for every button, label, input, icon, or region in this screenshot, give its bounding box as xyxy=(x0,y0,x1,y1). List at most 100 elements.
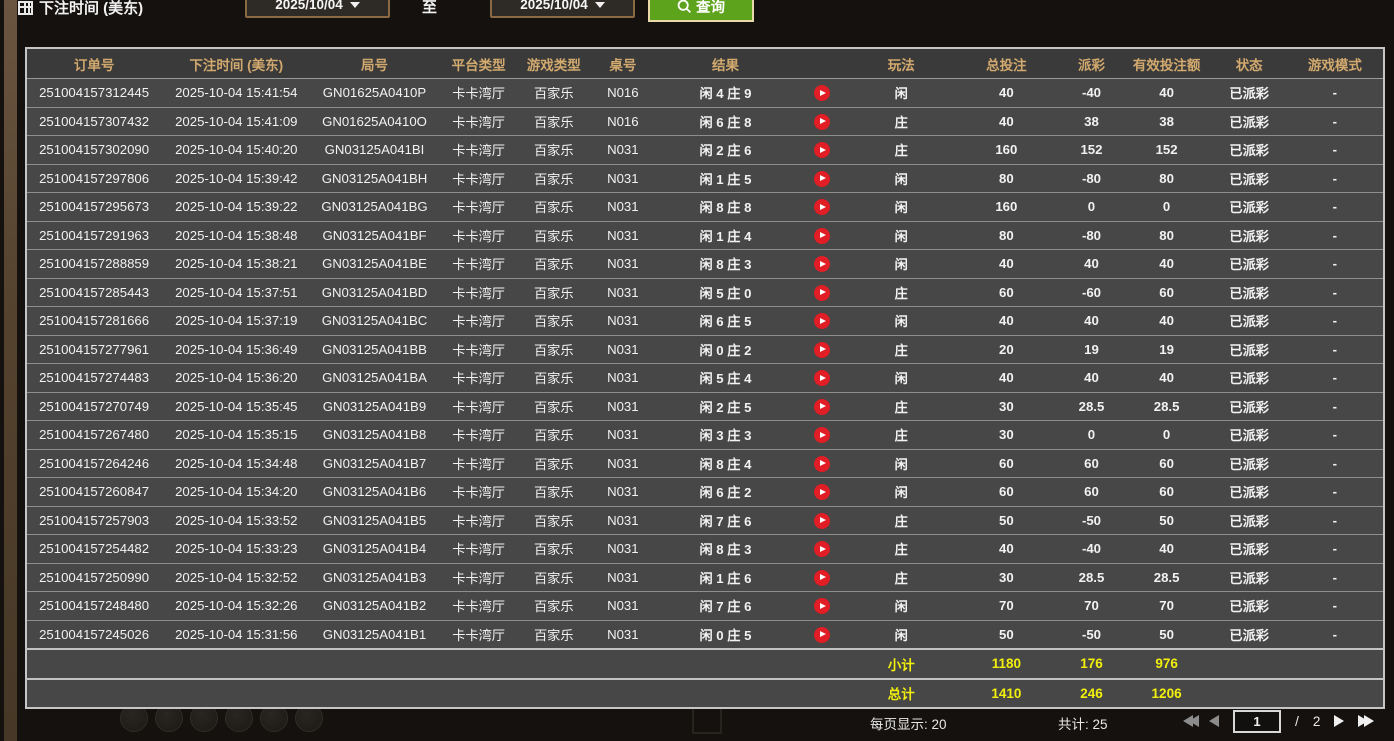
cell-total-bet: 50 xyxy=(951,506,1061,535)
cell-total-bet: 60 xyxy=(951,449,1061,478)
total-pages-label: 2 xyxy=(1313,714,1321,729)
cell-game-type: 百家乐 xyxy=(520,421,588,450)
column-header: 游戏模式 xyxy=(1287,48,1384,79)
cell-order-id: 251004157270749 xyxy=(26,392,161,421)
replay-icon[interactable] xyxy=(814,427,830,443)
cell-total-bet: 70 xyxy=(951,592,1061,621)
cell-game-mode: - xyxy=(1287,364,1384,393)
cell-payout: 28.5 xyxy=(1061,392,1121,421)
prev-page-icon[interactable] xyxy=(1209,715,1219,727)
cell-bet-time: 2025-10-04 15:32:52 xyxy=(161,563,311,592)
cell-game-type: 百家乐 xyxy=(520,364,588,393)
bet-time-label: 下注时间 (美东) xyxy=(39,0,143,18)
cell-bet-time: 2025-10-04 15:36:20 xyxy=(161,364,311,393)
caret-down-icon xyxy=(350,2,360,8)
cell-platform: 卡卡湾厅 xyxy=(438,478,520,507)
cell-round-id: GN03125A041BA xyxy=(311,364,437,393)
replay-cell xyxy=(793,620,851,649)
sum-total-bet: 1180 xyxy=(951,649,1061,679)
cell-valid-bet: 0 xyxy=(1122,421,1212,450)
replay-icon[interactable] xyxy=(814,627,830,643)
cell-play-type: 闲 xyxy=(851,79,951,108)
cell-round-id: GN03125A041B7 xyxy=(311,449,437,478)
cell-round-id: GN03125A041BE xyxy=(311,250,437,279)
replay-icon[interactable] xyxy=(814,313,830,329)
cell-table-no: N031 xyxy=(588,250,658,279)
cell-result: 闲 7 庄 6 xyxy=(658,592,793,621)
cell-round-id: GN03125A041B1 xyxy=(311,620,437,649)
first-page-icon[interactable] xyxy=(1183,715,1195,727)
replay-icon[interactable] xyxy=(814,370,830,386)
replay-icon[interactable] xyxy=(814,85,830,101)
cell-valid-bet: 60 xyxy=(1122,278,1212,307)
cell-bet-time: 2025-10-04 15:39:42 xyxy=(161,164,311,193)
page-separator: / xyxy=(1295,713,1299,729)
cell-result: 闲 4 庄 9 xyxy=(658,79,793,108)
cell-platform: 卡卡湾厅 xyxy=(438,364,520,393)
cell-total-bet: 20 xyxy=(951,335,1061,364)
cell-table-no: N031 xyxy=(588,392,658,421)
cell-play-type: 庄 xyxy=(851,136,951,165)
total-count-label: 共计: 25 xyxy=(1058,713,1108,733)
cell-payout: 70 xyxy=(1061,592,1121,621)
replay-icon[interactable] xyxy=(814,541,830,557)
cell-valid-bet: 0 xyxy=(1122,193,1212,222)
query-button[interactable]: 查询 xyxy=(648,0,754,22)
cell-order-id: 251004157277961 xyxy=(26,335,161,364)
cell-total-bet: 160 xyxy=(951,193,1061,222)
replay-icon[interactable] xyxy=(814,484,830,500)
replay-icon[interactable] xyxy=(814,256,830,272)
last-page-icon[interactable] xyxy=(1358,715,1370,727)
cell-game-type: 百家乐 xyxy=(520,392,588,421)
cell-play-type: 闲 xyxy=(851,478,951,507)
replay-cell xyxy=(793,164,851,193)
cell-play-type: 庄 xyxy=(851,278,951,307)
cell-order-id: 251004157260847 xyxy=(26,478,161,507)
cell-platform: 卡卡湾厅 xyxy=(438,278,520,307)
bet-time-filter-label: 下注时间 (美东) xyxy=(18,0,143,18)
replay-icon[interactable] xyxy=(814,228,830,244)
replay-icon[interactable] xyxy=(814,142,830,158)
cell-table-no: N016 xyxy=(588,79,658,108)
cell-platform: 卡卡湾厅 xyxy=(438,164,520,193)
replay-icon[interactable] xyxy=(814,513,830,529)
cell-game-mode: - xyxy=(1287,193,1384,222)
cell-payout: 38 xyxy=(1061,107,1121,136)
cell-play-type: 闲 xyxy=(851,364,951,393)
bet-records-table: 订单号下注时间 (美东)局号平台类型游戏类型桌号结果玩法总投注派彩有效投注额状态… xyxy=(25,47,1385,709)
replay-icon[interactable] xyxy=(814,570,830,586)
replay-icon[interactable] xyxy=(814,114,830,130)
cell-round-id: GN03125A041BH xyxy=(311,164,437,193)
sum-label: 小计 xyxy=(851,649,951,679)
cell-bet-time: 2025-10-04 15:37:51 xyxy=(161,278,311,307)
cell-play-type: 闲 xyxy=(851,307,951,336)
cell-result: 闲 5 庄 4 xyxy=(658,364,793,393)
replay-icon[interactable] xyxy=(814,285,830,301)
replay-icon[interactable] xyxy=(814,456,830,472)
cell-play-type: 闲 xyxy=(851,193,951,222)
cell-table-no: N031 xyxy=(588,335,658,364)
cell-platform: 卡卡湾厅 xyxy=(438,620,520,649)
date-to-select[interactable]: 2025/10/04 xyxy=(490,0,635,18)
replay-icon[interactable] xyxy=(814,342,830,358)
table-row: 2510041572919632025-10-04 15:38:48GN0312… xyxy=(26,221,1384,250)
date-from-select[interactable]: 2025/10/04 xyxy=(245,0,390,18)
cell-platform: 卡卡湾厅 xyxy=(438,392,520,421)
cell-total-bet: 30 xyxy=(951,563,1061,592)
replay-icon[interactable] xyxy=(814,199,830,215)
cell-game-type: 百家乐 xyxy=(520,592,588,621)
cell-order-id: 251004157295673 xyxy=(26,193,161,222)
cell-round-id: GN03125A041B3 xyxy=(311,563,437,592)
cell-result: 闲 1 庄 5 xyxy=(658,164,793,193)
cell-order-id: 251004157291963 xyxy=(26,221,161,250)
replay-icon[interactable] xyxy=(814,598,830,614)
page-number-input[interactable] xyxy=(1233,710,1281,733)
replay-icon[interactable] xyxy=(814,171,830,187)
replay-icon[interactable] xyxy=(814,399,830,415)
cell-bet-time: 2025-10-04 15:37:19 xyxy=(161,307,311,336)
next-page-icon[interactable] xyxy=(1334,715,1344,727)
cell-status: 已派彩 xyxy=(1212,278,1287,307)
column-header: 下注时间 (美东) xyxy=(161,48,311,79)
cell-table-no: N031 xyxy=(588,592,658,621)
cell-game-type: 百家乐 xyxy=(520,506,588,535)
